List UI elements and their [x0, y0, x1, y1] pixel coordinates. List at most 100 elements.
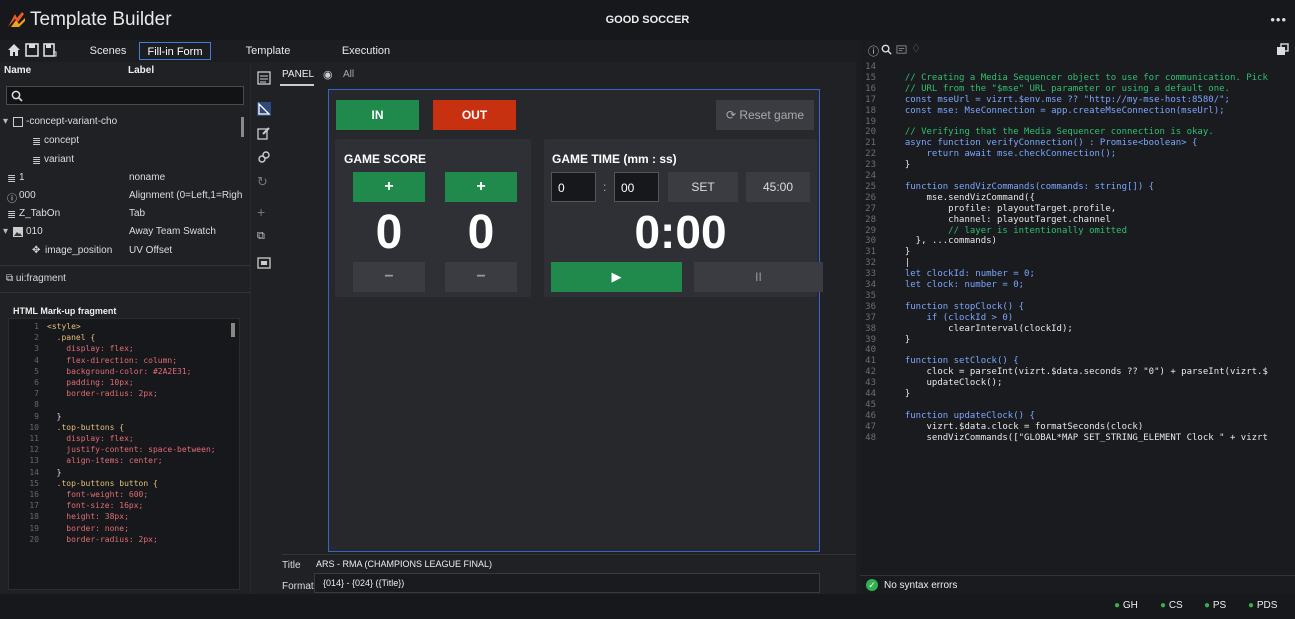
link-icon[interactable]: [257, 150, 271, 164]
component-icon[interactable]: [257, 256, 271, 270]
panel-preview-area: PANEL ◉ All IN OUT ⟳ Reset game GAME SCO…: [276, 62, 856, 594]
script-line: 30 }, ...commands): [860, 236, 1295, 247]
line-number: 21: [865, 138, 876, 149]
home-minus-button[interactable]: −: [353, 262, 425, 292]
check-icon: ●: [1160, 600, 1167, 611]
tree-row[interactable]: ▾ -concept-variant-cho: [0, 113, 244, 131]
code-text: channel: playoutTarget.channel: [894, 214, 1111, 225]
info-icon[interactable]: ⓘ: [868, 43, 879, 59]
play-button[interactable]: ▶: [551, 262, 682, 292]
status-ps[interactable]: ● PS: [1204, 600, 1226, 611]
tree-row[interactable]: ≣ concept: [0, 132, 244, 150]
bell-icon[interactable]: ♢: [911, 42, 921, 55]
tab-all[interactable]: All: [343, 69, 354, 80]
reset-game-button[interactable]: ⟳ Reset game: [716, 100, 814, 130]
out-button[interactable]: OUT: [433, 100, 516, 130]
list-icon: ≣: [32, 136, 42, 148]
script-line: 25 function sendVizCommands(commands: st…: [860, 182, 1295, 193]
code-text: let clockId: number = 0;: [894, 269, 1035, 280]
status-bar: ● GH ● CS ● PS ● PDS: [0, 594, 1295, 619]
edit-icon[interactable]: [257, 126, 271, 140]
more-options-icon[interactable]: •••: [1270, 12, 1287, 27]
tree-scrollbar[interactable]: [241, 117, 244, 137]
tab-execution-logic[interactable]: Execution Logic: [328, 42, 404, 75]
add-icon[interactable]: +: [257, 204, 271, 220]
tool-strip: ↻ + ⧉: [250, 62, 276, 594]
tab-fill-in-form[interactable]: Fill-in Form: [139, 42, 211, 60]
line-number: 30: [865, 236, 876, 247]
seconds-input[interactable]: 00: [614, 172, 659, 202]
eye-icon[interactable]: ◉: [323, 68, 333, 81]
line-number: 15: [29, 478, 39, 488]
window-center-title: GOOD SOCCER: [605, 14, 690, 26]
script-line: 35: [860, 291, 1295, 302]
reset-game-label: Reset game: [739, 108, 805, 122]
script-code-area[interactable]: 14 15 // Creating a Media Sequencer objec…: [860, 62, 1295, 582]
status-gh[interactable]: ● GH: [1114, 600, 1138, 611]
preset-45-button[interactable]: 45:00: [746, 172, 810, 202]
code-text: }: [47, 411, 62, 421]
clear-format-icon[interactable]: [896, 44, 907, 55]
title-field-label: Title: [282, 560, 301, 571]
container-icon: [13, 117, 23, 127]
refresh-icon[interactable]: ↻: [257, 174, 271, 189]
tree-row[interactable]: ▾ 010 Away Team Swatch: [0, 223, 244, 241]
save-as-icon[interactable]: [43, 43, 57, 57]
line-number: 9: [34, 411, 39, 421]
away-plus-button[interactable]: +: [445, 172, 517, 202]
save-icon[interactable]: [25, 43, 39, 57]
away-minus-button[interactable]: −: [445, 262, 517, 292]
pause-button[interactable]: II: [694, 262, 823, 292]
form-icon[interactable]: [257, 71, 271, 85]
tree-row[interactable]: ⓘ 000 Alignment (0=Left,1=Righ: [0, 187, 244, 205]
title-input[interactable]: ARS - RMA (CHAMPIONS LEAGUE FINAL): [311, 554, 821, 574]
script-line: 39 }: [860, 335, 1295, 346]
code-text: let clock: number = 0;: [894, 280, 1025, 290]
script-line: 23 }: [860, 160, 1295, 171]
editor-scrollbar[interactable]: [231, 323, 235, 337]
clock-display: 0:00: [634, 206, 727, 258]
image-icon: [13, 227, 23, 237]
tab-panel[interactable]: PANEL: [282, 69, 314, 80]
tab-template-properties[interactable]: Template Properties: [220, 42, 316, 75]
code-text: .panel {: [47, 333, 96, 343]
status-cs[interactable]: ● CS: [1160, 600, 1183, 611]
tree-row[interactable]: ≣ variant: [0, 151, 244, 169]
line-number: 35: [865, 290, 876, 301]
export-icon[interactable]: [1276, 43, 1289, 56]
code-text: flex-direction: column;: [47, 355, 178, 365]
set-button[interactable]: SET: [668, 172, 738, 202]
column-header-name[interactable]: Name: [4, 65, 31, 76]
column-header-label[interactable]: Label: [128, 65, 154, 76]
tree-search-input[interactable]: [6, 86, 244, 105]
html-markup-editor[interactable]: 1 <style> 2 .panel {3 display: flex; 4 flex…: [8, 318, 240, 590]
fragment-row[interactable]: ⧉ ui:fragment: [6, 273, 66, 284]
fragment-icon[interactable]: ⧉: [257, 230, 271, 244]
home-icon[interactable]: [7, 43, 21, 57]
format-input[interactable]: {014} - {024} ({Title}): [314, 573, 820, 593]
minutes-input[interactable]: 0: [551, 172, 596, 202]
tree-row[interactable]: ≣ 1 noname: [0, 169, 244, 187]
code-text: mse.sendVizCommand({: [894, 192, 1035, 203]
code-text: display: flex;: [47, 344, 134, 354]
check-icon: ✓: [866, 579, 878, 591]
search-icon[interactable]: [881, 44, 892, 55]
line-number: 41: [865, 356, 876, 367]
line-number: 17: [865, 94, 876, 105]
left-panel: Name Label ▾ -concept-variant-cho ≣ conc…: [0, 62, 250, 594]
line-number: 14: [29, 467, 39, 477]
tree-row[interactable]: ✥ image_position UV Offset: [0, 242, 244, 260]
in-button[interactable]: IN: [336, 100, 419, 130]
script-line: 40: [860, 345, 1295, 356]
check-icon: ●: [1248, 600, 1255, 611]
tree-row[interactable]: ≣ Z_TabOn Tab: [0, 205, 244, 223]
collapse-arrow-icon[interactable]: ▾: [3, 116, 8, 127]
ruler-icon[interactable]: [257, 102, 271, 116]
status-pds[interactable]: ● PDS: [1248, 600, 1277, 611]
script-line: 37 if (clockId > 0): [860, 313, 1295, 324]
main-toolbar: Scenes Fill-in Form Template Properties …: [0, 40, 860, 75]
tab-scenes[interactable]: Scenes: [77, 42, 139, 60]
collapse-arrow-icon[interactable]: ▾: [3, 226, 8, 237]
score-title: GAME SCORE: [344, 152, 427, 166]
home-plus-button[interactable]: +: [353, 172, 425, 202]
